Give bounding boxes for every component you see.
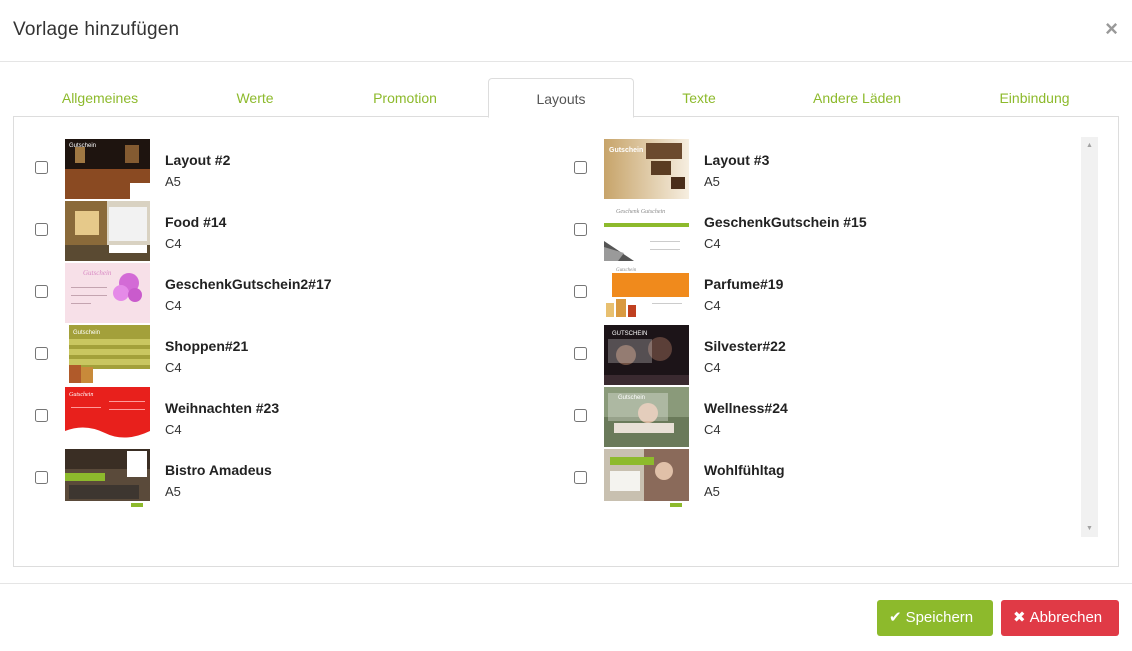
tab-texte[interactable]: Texte xyxy=(634,78,764,117)
layout-thumbnail: Gutschein xyxy=(65,325,150,385)
modal-header: Vorlage hinzufügen × xyxy=(0,0,1132,62)
check-icon: ✔ xyxy=(889,609,902,626)
layout-thumbnail: GUTSCHEIN xyxy=(604,325,689,385)
layout-thumbnail xyxy=(65,449,150,509)
close-icon[interactable]: × xyxy=(1105,18,1118,40)
layout-name: Layout #2 xyxy=(165,152,231,168)
thumb-text: Geschenk Gutschein xyxy=(616,209,665,215)
layout-name: Wellness#24 xyxy=(704,400,788,416)
scroll-down-icon[interactable]: ▼ xyxy=(1081,520,1098,537)
tab-bar: Allgemeines Werte Promotion Layouts Text… xyxy=(13,78,1119,118)
layout-checkbox[interactable] xyxy=(35,471,48,484)
layout-item: Gutschein Shoppen#21 C4 xyxy=(14,325,534,387)
scroll-up-icon[interactable]: ▲ xyxy=(1081,137,1098,154)
layout-format: C4 xyxy=(704,298,721,313)
layout-format: A5 xyxy=(704,484,720,499)
thumb-text: Gutschein xyxy=(73,330,100,336)
layout-name: Layout #3 xyxy=(704,152,770,168)
tab-andere-laeden[interactable]: Andere Läden xyxy=(764,78,950,117)
layout-thumbnail: Gutschein xyxy=(604,263,689,323)
thumb-text: Gutschein xyxy=(609,147,643,154)
layout-checkbox[interactable] xyxy=(35,161,48,174)
tab-werte[interactable]: Werte xyxy=(187,78,323,117)
thumb-text: Gutschein xyxy=(69,143,96,149)
layout-name: Bistro Amadeus xyxy=(165,462,272,478)
layout-name: GeschenkGutschein2#17 xyxy=(165,276,332,292)
layout-item: Gutschein Parfume#19 C4 xyxy=(553,263,1073,325)
layout-checkbox[interactable] xyxy=(574,285,587,298)
layout-name: Silvester#22 xyxy=(704,338,786,354)
layout-name: Shoppen#21 xyxy=(165,338,249,354)
footer-divider xyxy=(0,583,1132,584)
layout-item: Bistro Amadeus A5 xyxy=(14,449,534,511)
scrollbar[interactable]: ▲ ▼ xyxy=(1081,137,1098,537)
layout-format: C4 xyxy=(165,422,182,437)
tab-einbindung[interactable]: Einbindung xyxy=(950,78,1119,117)
layout-item: Food #14 C4 xyxy=(14,201,534,263)
cancel-button[interactable]: ✖ Abbrechen xyxy=(1001,600,1119,636)
layout-item: Gutschein Layout #2 A5 xyxy=(14,139,534,201)
layout-thumbnail: Gutschein xyxy=(65,263,150,323)
layout-thumbnail: Gutschein xyxy=(604,139,689,199)
layout-item: Gutschein Weihnachten #23 C4 xyxy=(14,387,534,449)
layout-item: Geschenk Gutschein GeschenkGutschein #15… xyxy=(553,201,1073,263)
layout-checkbox[interactable] xyxy=(35,347,48,360)
layout-checkbox[interactable] xyxy=(574,409,587,422)
tab-layouts[interactable]: Layouts xyxy=(488,78,634,118)
layout-format: A5 xyxy=(165,174,181,189)
layout-name: Weihnachten #23 xyxy=(165,400,280,416)
layout-format: A5 xyxy=(165,484,181,499)
layout-item: Wohlfühltag A5 xyxy=(553,449,1073,511)
layout-format: C4 xyxy=(165,360,182,375)
layout-checkbox[interactable] xyxy=(574,161,587,174)
thumb-text: GUTSCHEIN xyxy=(612,331,647,337)
save-button[interactable]: ✔ Speichern xyxy=(877,600,993,636)
layout-item: GUTSCHEIN Silvester#22 C4 xyxy=(553,325,1073,387)
layout-name: GeschenkGutschein #15 xyxy=(704,214,867,230)
dialog-title: Vorlage hinzufügen xyxy=(13,19,180,40)
save-label: Speichern xyxy=(905,609,974,626)
layout-thumbnail: Gutschein xyxy=(65,387,150,447)
thumb-text: Gutschein xyxy=(83,269,112,277)
thumb-text: Gutschein xyxy=(616,268,637,273)
layout-checkbox[interactable] xyxy=(574,223,587,236)
thumb-text: Gutschein xyxy=(69,392,93,398)
layout-checkbox[interactable] xyxy=(35,223,48,236)
layout-name: Food #14 xyxy=(165,214,227,230)
layout-thumbnail: Gutschein xyxy=(65,139,150,199)
tab-promotion[interactable]: Promotion xyxy=(323,78,487,117)
layout-checkbox[interactable] xyxy=(574,471,587,484)
layouts-panel: Gutschein Layout #2 A5 Gutschein Layout … xyxy=(13,116,1119,567)
thumb-text: Gutschein xyxy=(618,395,645,401)
layout-checkbox[interactable] xyxy=(35,285,48,298)
close-x-icon: ✖ xyxy=(1013,609,1026,626)
layout-format: A5 xyxy=(704,174,720,189)
cancel-label: Abbrechen xyxy=(1029,609,1103,626)
layout-format: C4 xyxy=(704,360,721,375)
layout-thumbnail xyxy=(65,201,150,261)
layout-thumbnail: Geschenk Gutschein xyxy=(604,201,689,261)
layout-format: C4 xyxy=(704,236,721,251)
layout-checkbox[interactable] xyxy=(574,347,587,360)
layout-name: Wohlfühltag xyxy=(704,462,785,478)
layout-format: C4 xyxy=(165,236,182,251)
layout-thumbnail xyxy=(604,449,689,509)
tab-allgemeines[interactable]: Allgemeines xyxy=(13,78,187,117)
layout-item: Gutschein Wellness#24 C4 xyxy=(553,387,1073,449)
layout-item: Gutschein Layout #3 A5 xyxy=(553,139,1073,201)
layout-name: Parfume#19 xyxy=(704,276,784,292)
layout-format: C4 xyxy=(165,298,182,313)
layout-item: Gutschein GeschenkGutschein2#17 C4 xyxy=(14,263,534,325)
layout-format: C4 xyxy=(704,422,721,437)
layout-thumbnail: Gutschein xyxy=(604,387,689,447)
layout-checkbox[interactable] xyxy=(35,409,48,422)
